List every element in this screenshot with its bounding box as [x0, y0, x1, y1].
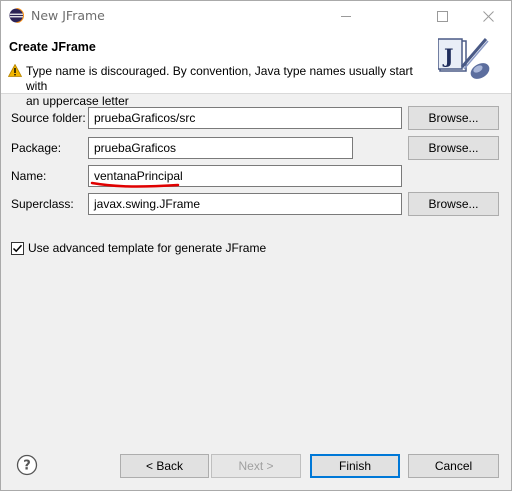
superclass-field[interactable]: javax.swing.JFrame [88, 193, 402, 215]
eclipse-app-icon [9, 8, 24, 23]
warning-message: Type name is discouraged. By convention,… [26, 64, 436, 109]
package-browse-button[interactable]: Browse... [408, 136, 499, 160]
svg-text:J: J [442, 44, 453, 68]
svg-text:?: ? [23, 459, 31, 474]
cancel-button[interactable]: Cancel [408, 454, 499, 478]
minimize-icon [340, 15, 351, 17]
next-button[interactable]: Next > [211, 454, 301, 478]
red-annotation-underline [90, 181, 180, 188]
checkmark-icon [12, 244, 23, 253]
minimize-button[interactable] [323, 1, 369, 31]
warning-line-1: Type name is discouraged. By convention,… [26, 64, 413, 93]
superclass-browse-button[interactable]: Browse... [408, 192, 499, 216]
package-field[interactable]: pruebaGraficos [88, 137, 353, 159]
name-label: Name: [11, 169, 47, 183]
jframe-wizard-icon: J [438, 38, 490, 79]
window-title: New JFrame [31, 8, 105, 23]
page-title: Create JFrame [9, 40, 96, 54]
help-icon[interactable]: ? [16, 454, 38, 476]
maximize-button[interactable] [419, 1, 465, 31]
advanced-template-checkbox[interactable] [11, 242, 24, 255]
back-button[interactable]: < Back [120, 454, 209, 478]
source-folder-label: Source folder: [11, 111, 86, 125]
warning-icon [8, 64, 22, 77]
maximize-icon [436, 10, 448, 22]
wizard-header: Create JFrame Type name is discouraged. … [1, 31, 511, 108]
source-folder-browse-button[interactable]: Browse... [408, 106, 499, 130]
title-bar: New JFrame [1, 1, 511, 31]
close-button[interactable] [465, 1, 511, 31]
advanced-template-label[interactable]: Use advanced template for generate JFram… [28, 241, 266, 255]
package-label: Package: [11, 141, 62, 155]
source-folder-field[interactable]: pruebaGraficos/src [88, 107, 402, 129]
superclass-label: Superclass: [11, 197, 74, 211]
new-jframe-dialog: New JFrame Create JFrame Type name is di… [0, 0, 512, 491]
close-icon [482, 10, 494, 22]
finish-button[interactable]: Finish [310, 454, 400, 478]
